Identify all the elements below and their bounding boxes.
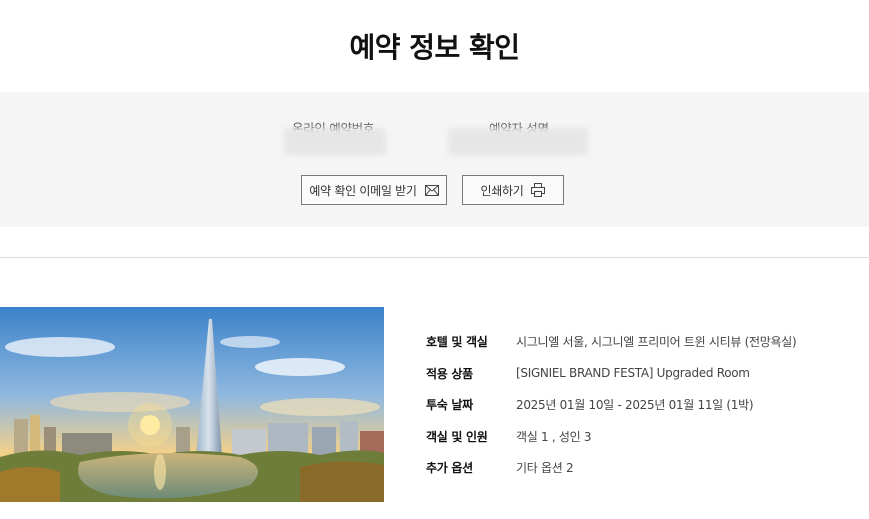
print-button[interactable]: 인쇄하기 bbox=[462, 175, 564, 205]
email-button-label: 예약 확인 이메일 받기 bbox=[309, 183, 417, 198]
printer-icon bbox=[531, 183, 546, 197]
email-confirmation-button[interactable]: 예약 확인 이메일 받기 bbox=[301, 175, 447, 205]
detail-key: 적용 상품 bbox=[426, 366, 473, 381]
detail-key: 투숙 날짜 bbox=[426, 397, 473, 412]
reservation-info-panel: 온라인 예약번호 예약자 성명 예약 확인 이메일 받기 인쇄하기 bbox=[0, 92, 869, 227]
detail-value: 객실 1 , 성인 3 bbox=[516, 429, 592, 444]
reservation-number-redacted bbox=[284, 128, 386, 155]
detail-value: [SIGNIEL BRAND FESTA] Upgraded Room bbox=[516, 366, 750, 380]
detail-value: 2025년 01월 10일 - 2025년 01월 11일 (1박) bbox=[516, 397, 754, 412]
print-button-label: 인쇄하기 bbox=[480, 183, 524, 198]
page-title: 예약 정보 확인 bbox=[349, 31, 520, 64]
envelope-icon bbox=[424, 184, 439, 196]
detail-row-rooms-guests: 객실 및 인원 객실 1 , 성인 3 bbox=[426, 426, 592, 446]
booker-name-redacted bbox=[448, 128, 588, 155]
detail-value: 기타 옵션 2 bbox=[516, 460, 574, 475]
detail-row-stay-dates: 투숙 날짜 2025년 01월 10일 - 2025년 01월 11일 (1박) bbox=[426, 394, 754, 414]
hotel-image bbox=[0, 307, 384, 502]
detail-row-product: 적용 상품 [SIGNIEL BRAND FESTA] Upgraded Roo… bbox=[426, 363, 750, 383]
detail-key: 추가 옵션 bbox=[426, 460, 473, 475]
detail-value: 시그니엘 서울, 시그니엘 프리미어 트윈 시티뷰 (전망욕실) bbox=[516, 334, 797, 349]
detail-key: 객실 및 인원 bbox=[426, 429, 488, 444]
detail-row-hotel-room: 호텔 및 객실 시그니엘 서울, 시그니엘 프리미어 트윈 시티뷰 (전망욕실) bbox=[426, 331, 797, 351]
detail-key: 호텔 및 객실 bbox=[426, 334, 488, 349]
detail-row-options: 추가 옵션 기타 옵션 2 bbox=[426, 457, 574, 477]
section-divider bbox=[0, 257, 869, 258]
